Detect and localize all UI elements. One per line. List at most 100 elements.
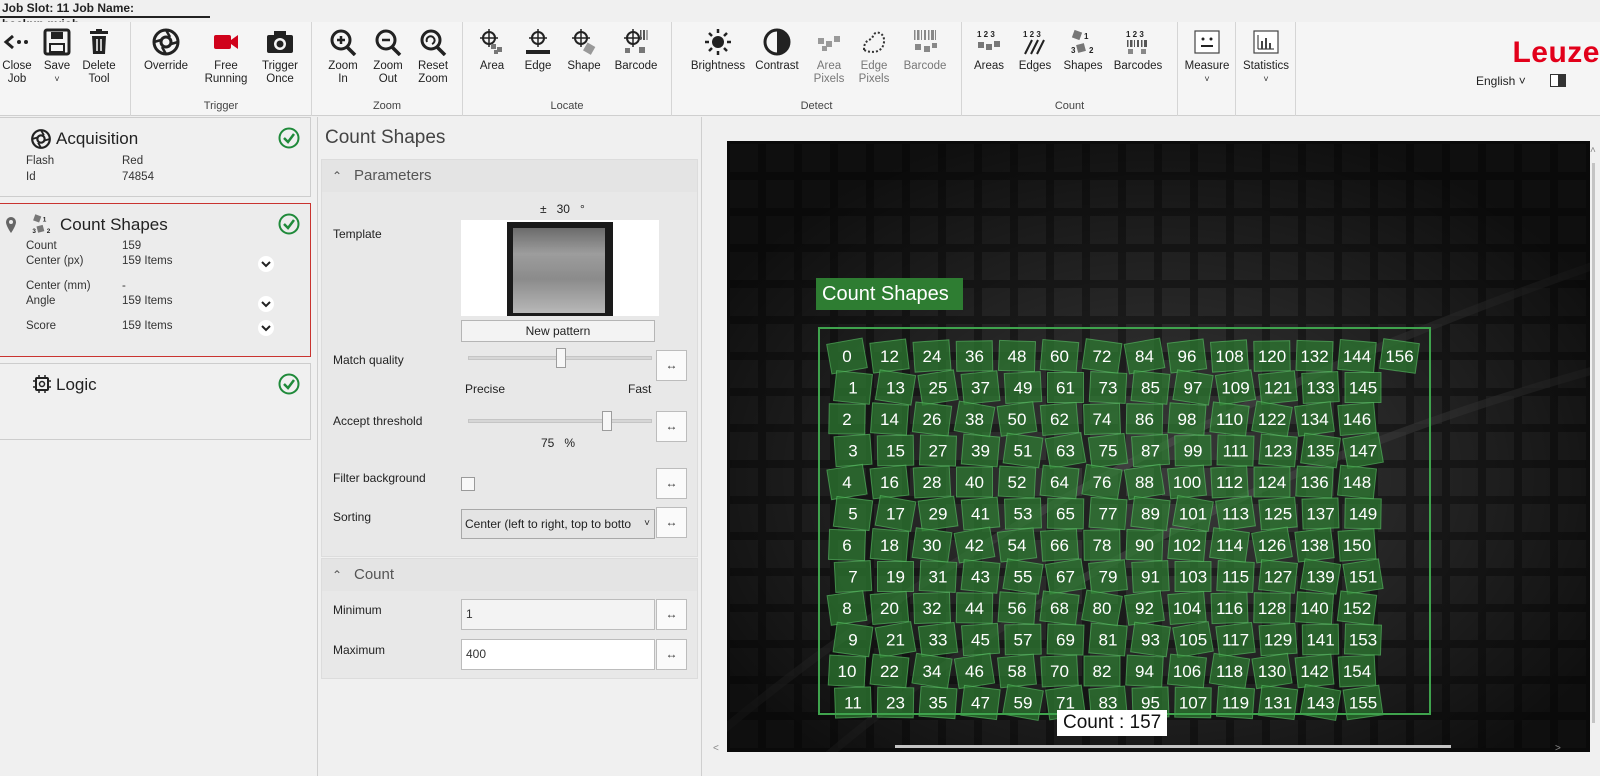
detected-shape: 77 [1088, 496, 1128, 531]
detected-shape: 108 [1209, 339, 1250, 373]
detected-shape: 28 [912, 465, 952, 499]
parameters-header-label: Parameters [354, 167, 432, 184]
area-pixels-button[interactable]: Area Pixels [804, 24, 854, 86]
match-quality-thumb[interactable] [556, 348, 566, 368]
free-running-button[interactable]: Free Running [201, 24, 251, 86]
zoom-in-label: Zoom In [328, 60, 358, 85]
brightness-button[interactable]: Brightness [688, 24, 748, 73]
shape-index-label: 152 [1343, 599, 1371, 618]
detected-shape: 143 [1299, 684, 1342, 721]
detected-shape: 137 [1301, 497, 1340, 530]
camera-image[interactable]: 0 1 2 3 4 5 6 7 8 9 10 11 12 13 14 15 16 17 18 19 20 21 22 23 24… [727, 141, 1590, 752]
cs-center-px-expand[interactable] [258, 256, 274, 272]
shape-index-label: 40 [965, 473, 984, 492]
detected-shape: 40 [956, 466, 993, 498]
filter-background-checkbox[interactable] [461, 477, 475, 491]
match-quality-slider[interactable] [468, 348, 652, 368]
cs-angle-value: 159 Items [122, 295, 173, 307]
zoom-in-icon [330, 29, 357, 56]
area-pixels-icon [818, 36, 840, 51]
detected-shape: 98 [1167, 402, 1207, 436]
locate-area-button[interactable]: Area [467, 24, 517, 73]
language-selector[interactable]: English ˅ [1476, 74, 1526, 88]
contrast-button[interactable]: Contrast [752, 24, 802, 73]
detected-shape: 15 [876, 434, 915, 467]
detected-shape: 109 [1214, 369, 1257, 406]
sorting-link-button[interactable]: ↔ [656, 507, 687, 538]
count-areas-button[interactable]: 1 2 3 Areas [964, 24, 1014, 73]
contrast-label: Contrast [755, 60, 799, 72]
measure-button[interactable]: Measure ˅ [1178, 24, 1236, 86]
shape-index-label: 122 [1258, 410, 1286, 429]
shape-index-label: 53 [1014, 505, 1033, 524]
cs-score-expand[interactable] [258, 320, 274, 336]
shape-index-label: 15 [886, 442, 905, 461]
step-title-count-shapes: Count Shapes [60, 215, 168, 234]
cs-score-value: 159 Items [122, 320, 173, 332]
filter-background-link-button[interactable]: ↔ [656, 468, 687, 499]
edge-pixels-button[interactable]: Edge Pixels [849, 24, 899, 86]
statistics-button[interactable]: Statistics ˅ [1238, 24, 1294, 86]
accept-threshold-thumb[interactable] [602, 411, 612, 431]
zoom-in-button[interactable]: Zoom In [318, 24, 368, 86]
editor-title: Count Shapes [325, 127, 446, 148]
detected-shape: 34 [911, 652, 953, 690]
count-edges-button[interactable]: 1 2 3 Edges [1010, 24, 1060, 73]
ribbon-group-statistics: Statistics ˅ [1236, 22, 1296, 116]
shape-index-label: 147 [1349, 442, 1377, 461]
display-mode-icon[interactable] [1550, 74, 1566, 87]
detect-barcode-button[interactable]: Barcode [900, 24, 950, 73]
count-header[interactable]: ⌃ Count [322, 559, 697, 591]
trigger-once-button[interactable]: Trigger Once [255, 24, 305, 86]
sorting-select[interactable]: Center (left to right, top to botto ˅ [461, 509, 655, 539]
shape-index-label: 137 [1306, 505, 1334, 524]
ribbon-group-file: Close Job Save ˅ Delete Tool [0, 22, 131, 116]
step-card-logic[interactable]: Logic [0, 363, 311, 440]
chevron-up-icon: ⌃ [332, 568, 343, 582]
vertical-scrollbar[interactable]: ˄ [1588, 143, 1600, 743]
maximum-link-button[interactable]: ↔ [656, 639, 687, 670]
new-pattern-button[interactable]: New pattern [461, 320, 655, 342]
shape-index-label: 44 [965, 599, 984, 618]
detected-shape: 114 [1209, 527, 1250, 563]
step-card-count-shapes[interactable]: 1 32 Count Shapes Count 159 Center (px) … [0, 203, 311, 357]
detected-shape: 101 [1172, 495, 1214, 532]
detected-shape: 153 [1343, 623, 1383, 656]
cs-angle-expand[interactable] [258, 296, 274, 312]
chevron-down-icon: ˅ [644, 518, 650, 529]
locate-area-icon [480, 29, 502, 54]
step-card-acquisition[interactable]: Acquisition Flash Red Id 74854 [0, 117, 311, 197]
detected-shape: 147 [1342, 432, 1384, 469]
locate-barcode-button[interactable]: Barcode [611, 24, 661, 73]
detected-shape: 100 [1166, 464, 1208, 500]
shape-index-label: 0 [842, 347, 851, 366]
count-barcodes-button[interactable]: 1 2 3 Barcodes [1110, 24, 1166, 73]
acq-flash-value: Red [122, 155, 144, 167]
reset-zoom-button[interactable]: Reset Zoom [408, 24, 458, 86]
match-quality-link-button[interactable]: ↔ [656, 350, 687, 381]
detected-shape: 111 [1216, 434, 1255, 467]
match-quality-max: Fast [628, 382, 652, 396]
delete-tool-button[interactable]: Delete Tool [74, 24, 124, 86]
accept-threshold-slider[interactable] [468, 411, 652, 431]
match-quality-min: Precise [465, 382, 506, 396]
locate-shape-button[interactable]: Shape [559, 24, 609, 73]
template-label: Template [333, 227, 382, 241]
minimum-link-button[interactable]: ↔ [656, 599, 687, 630]
shape-index-label: 133 [1306, 379, 1334, 398]
parameters-header[interactable]: ⌃ Parameters [322, 160, 697, 192]
locate-edge-button[interactable]: Edge [513, 24, 563, 73]
accept-threshold-link-button[interactable]: ↔ [656, 411, 687, 442]
cs-count-label: Count [26, 240, 57, 252]
match-quality-label: Match quality [333, 353, 404, 367]
zoom-out-button[interactable]: Zoom Out [363, 24, 413, 86]
detected-shape: 61 [1047, 372, 1084, 403]
horizontal-scrollbar[interactable]: < > [713, 740, 1563, 754]
shape-index-label: 57 [1014, 631, 1033, 650]
count-shapes-button[interactable]: 1 3 2 Shapes [1058, 24, 1108, 73]
angle-value[interactable]: 30 [557, 202, 570, 216]
minimum-input[interactable]: 1 [461, 599, 655, 630]
shape-index-label: 47 [971, 694, 990, 713]
maximum-input[interactable]: 400 [461, 639, 655, 670]
override-button[interactable]: Override [141, 24, 191, 73]
